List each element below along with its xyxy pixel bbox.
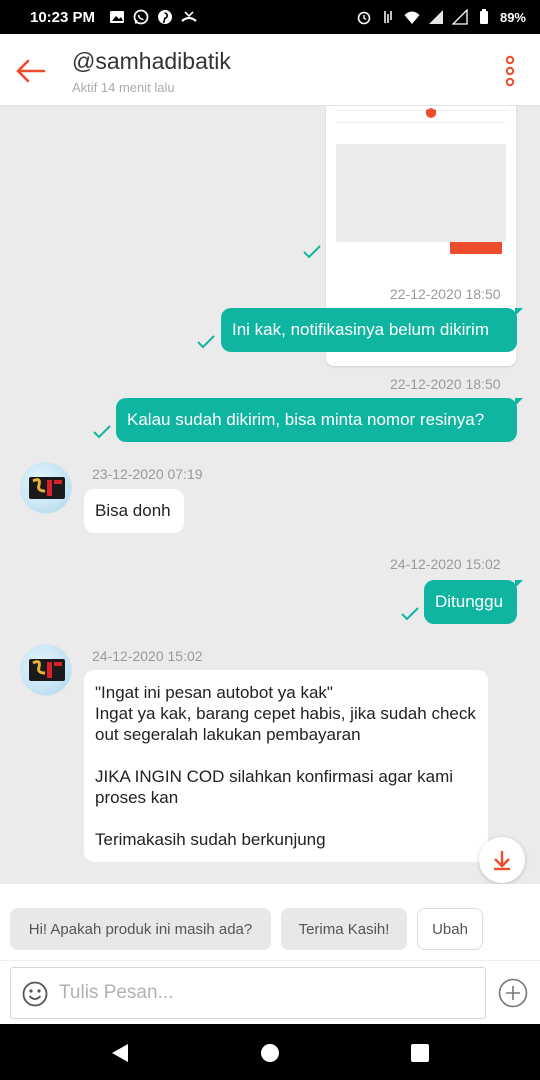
seller-logo-icon: [29, 659, 65, 681]
sent-check-icon: [197, 335, 215, 349]
back-arrow-icon[interactable]: [14, 54, 48, 88]
missed-call-icon: [181, 11, 197, 22]
sent-check-icon: [93, 425, 111, 439]
status-time: 10:23 PM: [30, 8, 96, 26]
avatar[interactable]: [20, 462, 72, 514]
outgoing-message[interactable]: Ditunggu: [424, 580, 523, 624]
data-arrows-icon: [384, 11, 392, 23]
sent-check-icon: [303, 245, 321, 259]
status-bar: 10:23 PM 89%: [0, 0, 540, 34]
outgoing-message[interactable]: Ini kak, notifikasinya belum dikirim: [221, 308, 523, 352]
avatar[interactable]: [20, 644, 72, 696]
more-options-icon[interactable]: [500, 54, 520, 88]
message-timestamp: 22-12-2020 18:50: [390, 286, 501, 302]
battery-percent: 89%: [499, 9, 526, 25]
quick-replies-bar: Hi! Apakah produk ini masih ada? Terima …: [0, 884, 540, 960]
message-input-bar: [0, 960, 540, 1024]
chat-title: @samhadibatik: [72, 48, 231, 74]
nav-back-icon[interactable]: [108, 1041, 132, 1065]
message-text: Ditunggu: [435, 592, 504, 611]
signal-icon-2: [451, 9, 468, 25]
quick-reply-button[interactable]: Terima Kasih!: [281, 908, 407, 950]
whatsapp-icon: [133, 9, 149, 25]
message-timestamp: 24-12-2020 15:02: [92, 648, 203, 664]
message-timestamp: 24-12-2020 15:02: [390, 556, 501, 572]
message-text: Kalau sudah dikirim, bisa minta nomor re…: [127, 410, 485, 429]
image-notification-icon: [110, 11, 125, 23]
chat-area[interactable]: 22-12-2020 18:50 Ini kak, notifikasinya …: [0, 106, 540, 884]
nav-home-icon[interactable]: [258, 1041, 282, 1065]
add-attachment-icon[interactable]: [497, 977, 529, 1009]
emoji-icon[interactable]: [22, 981, 48, 1007]
incoming-message[interactable]: Bisa donh: [84, 489, 184, 533]
pinterest-icon: [158, 10, 173, 24]
quick-reply-button[interactable]: Hi! Apakah produk ini masih ada?: [10, 908, 271, 950]
scroll-to-bottom-button[interactable]: [479, 837, 525, 883]
edit-quick-replies-button[interactable]: Ubah: [417, 908, 483, 950]
message-input-container: [10, 967, 486, 1019]
active-status: Aktif 14 menit lalu: [72, 80, 175, 95]
message-input[interactable]: [59, 978, 469, 1008]
message-text: Bisa donh: [95, 501, 171, 520]
outgoing-message[interactable]: Kalau sudah dikirim, bisa minta nomor re…: [116, 398, 523, 442]
system-nav-bar: [0, 1024, 540, 1080]
nav-recents-icon[interactable]: [408, 1041, 432, 1065]
shield-icon: [426, 108, 436, 118]
sent-check-icon: [401, 607, 419, 621]
message-timestamp: 22-12-2020 18:50: [390, 376, 501, 392]
arrow-down-icon: [494, 851, 510, 871]
incoming-message[interactable]: "Ingat ini pesan autobot ya kak" Ingat y…: [84, 670, 488, 862]
alarm-icon: [357, 11, 371, 25]
signal-icon: [428, 10, 443, 24]
message-text: Ini kak, notifikasinya belum dikirim: [232, 320, 489, 339]
message-text: "Ingat ini pesan autobot ya kak" Ingat y…: [95, 683, 476, 849]
seller-logo-icon: [29, 477, 65, 499]
battery-icon: [479, 9, 488, 24]
message-timestamp: 23-12-2020 07:19: [92, 466, 203, 482]
wifi-icon: [404, 11, 420, 24]
chat-header: @samhadibatik Aktif 14 menit lalu: [0, 34, 540, 106]
